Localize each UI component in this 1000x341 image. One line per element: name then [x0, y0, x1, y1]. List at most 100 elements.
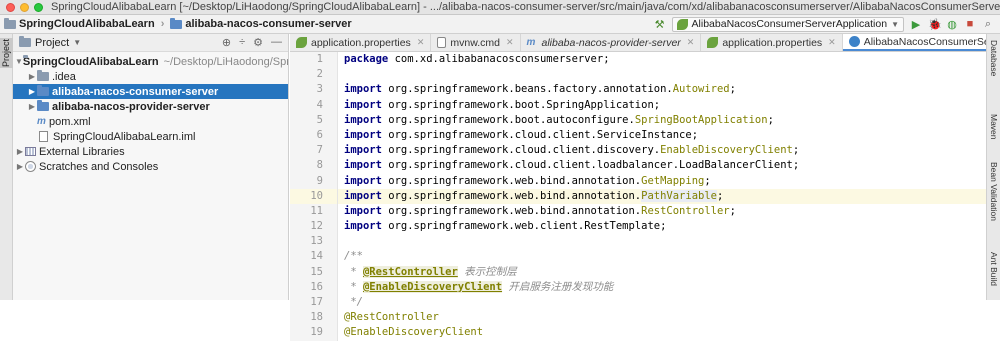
code-line[interactable]: @EnableDiscoveryClient [338, 325, 986, 340]
code-line[interactable]: import org.springframework.web.bind.anno… [338, 204, 986, 219]
tree-item-iml[interactable]: SpringCloudAlibabaLearn.iml [13, 129, 288, 144]
minimize-window-button[interactable] [20, 2, 29, 12]
code-line[interactable]: import org.springframework.boot.SpringAp… [338, 98, 986, 113]
tab-consumer-application[interactable]: AlibabaNacosConsumerServerApplication.ja… [842, 34, 986, 51]
code-line[interactable]: * @EnableDiscoveryClient 开启服务注册发现功能 [338, 280, 986, 295]
debug-icon[interactable]: 🐞 [928, 18, 942, 31]
tree-item-external-libraries[interactable]: ▶ External Libraries [13, 144, 288, 159]
search-everywhere-icon[interactable]: ⌕ [982, 18, 994, 31]
code-line[interactable]: */ [338, 295, 986, 310]
file-icon [39, 131, 48, 142]
code-line[interactable]: import org.springframework.cloud.client.… [338, 143, 986, 158]
tree-item-root[interactable]: ▼ SpringCloudAlibabaLearn ~/Desktop/LiHa… [13, 54, 288, 69]
code-token: 开启服务注册发现功能 [502, 280, 614, 293]
chevron-right-icon[interactable]: ▶ [27, 102, 37, 111]
breadcrumb-project[interactable]: SpringCloudAlibabaLearn [19, 18, 155, 30]
editor-tabs: application.properties ✕ mvnw.cmd ✕ m al… [290, 34, 986, 52]
code-line[interactable]: import org.springframework.web.bind.anno… [338, 174, 986, 189]
code-line[interactable]: import org.springframework.web.client.Re… [338, 219, 986, 234]
chevron-down-icon[interactable]: ▼ [15, 57, 23, 66]
run-configuration-selector[interactable]: AlibabaNacosConsumerServerApplication ▼ [671, 16, 904, 32]
code-line[interactable]: import org.springframework.cloud.client.… [338, 128, 986, 143]
tab-provider-server[interactable]: m alibaba-nacos-provider-server ✕ [521, 34, 702, 51]
code-token: org.springframework.boot.SpringApplicati… [381, 98, 661, 111]
tree-item-label: pom.xml [49, 115, 91, 128]
ant-build-tool-tab[interactable]: Ant Build [987, 252, 1000, 286]
gear-icon[interactable]: ⚙ [253, 36, 263, 49]
project-tool-tab[interactable]: Project [0, 38, 13, 68]
tree-item-consumer-server[interactable]: ▶ alibaba-nacos-consumer-server [13, 84, 288, 99]
properties-icon [296, 37, 307, 48]
locate-icon[interactable]: ⊕ [222, 36, 231, 49]
code-token: package [344, 53, 389, 65]
code-area[interactable]: 1 2 3 4 5 6 7 8 9 10 11 12 13 14 15 16 17 18 19 package co… [290, 52, 986, 341]
code-line[interactable]: package com.xd.alibabanacosconsumerserve… [338, 52, 986, 67]
folder-icon [4, 17, 16, 29]
tree-item-label: alibaba-nacos-provider-server [52, 100, 210, 113]
close-window-button[interactable] [6, 2, 15, 12]
line-number: 10 [290, 188, 337, 204]
close-icon[interactable]: ✕ [828, 37, 836, 48]
code-token: import [344, 144, 382, 157]
code-text[interactable]: package com.xd.alibabanacosconsumerserve… [338, 52, 986, 341]
close-icon[interactable]: ✕ [687, 37, 695, 48]
close-icon[interactable]: ✕ [417, 37, 425, 48]
line-number: 4 [316, 98, 323, 111]
code-token: import [344, 83, 382, 96]
database-tool-tab[interactable]: Database [987, 40, 1000, 76]
chevron-right-icon[interactable]: ▶ [27, 87, 37, 96]
code-token: import [344, 174, 382, 187]
collapse-all-icon[interactable]: ÷ [239, 36, 245, 49]
line-number: 12 [310, 220, 323, 233]
code-line[interactable]: import org.springframework.cloud.client.… [338, 158, 986, 173]
code-token: import [344, 159, 382, 172]
hide-panel-icon[interactable]: — [271, 36, 282, 49]
chevron-right-icon[interactable]: ▶ [15, 147, 25, 156]
stop-icon[interactable]: ■ [964, 18, 976, 30]
run-icon[interactable]: ▶ [910, 18, 922, 31]
tab-label: application.properties [722, 36, 823, 49]
code-line[interactable]: import org.springframework.boot.autoconf… [338, 113, 986, 128]
chevron-right-icon[interactable]: ▶ [15, 162, 25, 171]
tab-application-properties-2[interactable]: application.properties ✕ [701, 34, 843, 51]
chevron-down-icon: ▼ [891, 19, 899, 29]
line-number: 2 [316, 68, 323, 81]
code-line[interactable] [338, 67, 986, 82]
tab-mvnw-cmd[interactable]: mvnw.cmd ✕ [431, 34, 521, 51]
window-controls[interactable] [6, 2, 43, 12]
code-token: GetMapping [641, 174, 705, 187]
coverage-icon[interactable]: ◍ [946, 18, 958, 31]
tree-item-label: Scratches and Consoles [39, 160, 159, 173]
tree-item-pom[interactable]: m pom.xml [13, 114, 288, 129]
code-line[interactable]: import org.springframework.web.bind.anno… [338, 188, 986, 204]
code-token: @RestController [362, 265, 458, 278]
code-token: ; [729, 204, 736, 217]
project-view-selector[interactable]: Project ▼ [19, 36, 81, 49]
close-icon[interactable]: ✕ [506, 37, 514, 48]
code-line[interactable]: * @RestController 表示控制层 [338, 265, 986, 280]
code-line[interactable]: import org.springframework.beans.factory… [338, 82, 986, 97]
tree-item-scratches[interactable]: ▶ Scratches and Consoles [13, 159, 288, 174]
library-icon [25, 147, 36, 156]
module-folder-icon [37, 100, 49, 111]
chevron-right-icon[interactable]: ▶ [27, 72, 37, 81]
tree-item-idea[interactable]: ▶ .idea [13, 69, 288, 84]
zoom-window-button[interactable] [34, 2, 43, 12]
properties-icon [707, 37, 719, 48]
hammer-build-icon[interactable]: ⚒ [654, 18, 666, 31]
code-line[interactable] [338, 234, 986, 249]
code-token: ; [729, 83, 736, 96]
code-line[interactable]: /** [338, 249, 986, 264]
code-token: import [344, 128, 382, 141]
code-token: Autowired [672, 83, 730, 96]
tab-application-properties-1[interactable]: application.properties ✕ [290, 34, 432, 51]
tree-item-provider-server[interactable]: ▶ alibaba-nacos-provider-server [13, 99, 288, 114]
code-token: import [344, 189, 382, 202]
breadcrumb-module[interactable]: alibaba-nacos-consumer-server [185, 18, 351, 30]
code-line[interactable]: @RestController [338, 310, 986, 325]
tree-item-path: ~/Desktop/LiHaodong/Spring [163, 55, 288, 68]
maven-tool-tab[interactable]: Maven [987, 114, 1000, 140]
bean-validation-tool-tab[interactable]: Bean Validation [987, 162, 1000, 221]
tab-label: alibaba-nacos-provider-server [541, 36, 681, 49]
line-number: 11 [310, 204, 323, 217]
